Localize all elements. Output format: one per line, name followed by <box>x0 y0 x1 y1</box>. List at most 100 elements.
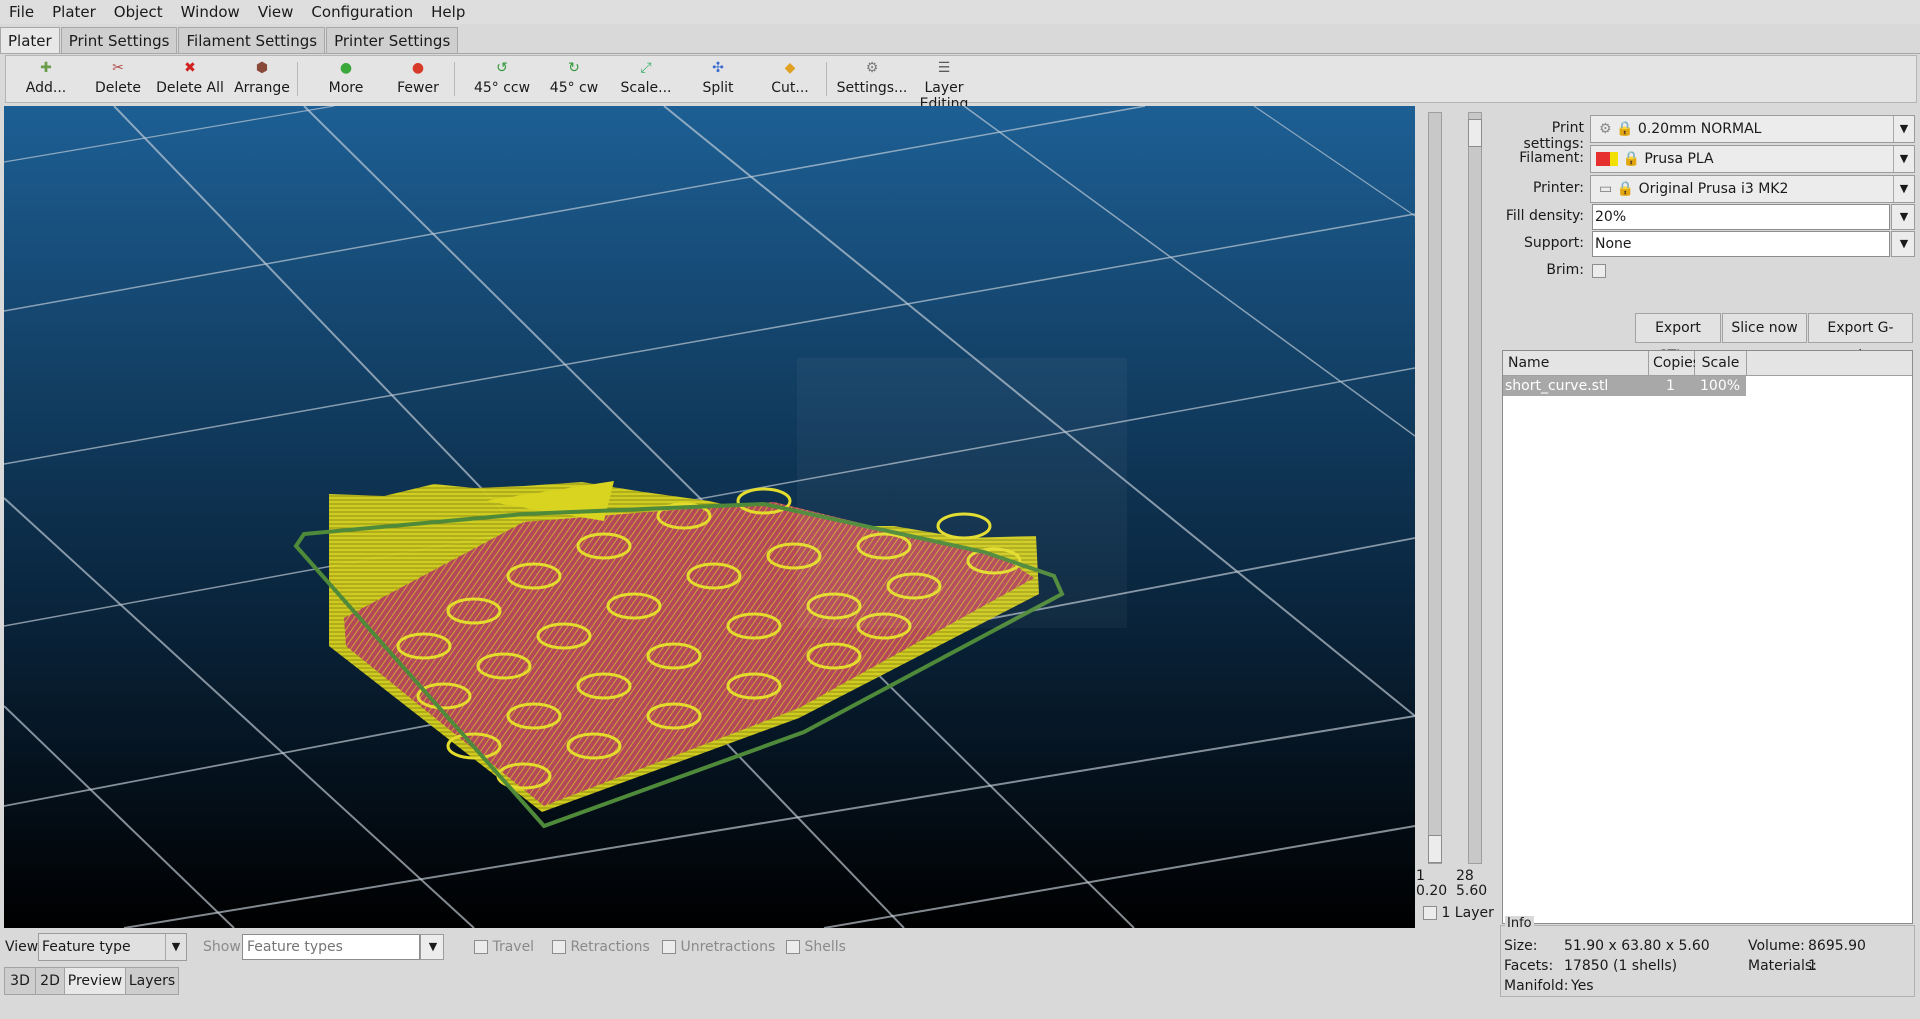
split-button[interactable]: ✣ Split <box>682 60 754 97</box>
tab-layers[interactable]: Layers <box>125 967 179 995</box>
chevron-down-icon[interactable]: ▼ <box>1893 176 1914 202</box>
materials-value: 1 <box>1808 958 1817 974</box>
menu-bar: File Plater Object Window View Configura… <box>0 0 1920 24</box>
shells-toggle[interactable]: Shells <box>786 939 846 955</box>
toolbar: ✚ Add... ✂ Delete ✖ Delete All ⬢ Arrange ● More ● F… <box>5 55 1917 112</box>
menu-window[interactable]: Window <box>172 0 249 24</box>
one-layer-toggle[interactable]: 1 Layer <box>1423 905 1494 921</box>
layer-editing-button[interactable]: ☰ Layer Editing <box>908 61 980 113</box>
menu-plater[interactable]: Plater <box>43 0 105 24</box>
view-mode-select[interactable]: Feature type ▼ <box>38 933 187 961</box>
bottom-layer-height: 0.20 <box>1416 883 1448 899</box>
delete-button[interactable]: ✂ Delete <box>82 61 154 97</box>
fewer-button[interactable]: ● Fewer <box>382 61 454 97</box>
split-icon: ✣ <box>712 60 724 76</box>
toolbar-button-label: Delete <box>95 80 141 96</box>
export-gcode-button[interactable]: Export G-code... <box>1808 313 1913 364</box>
export-stl-button[interactable]: Export STL... <box>1635 313 1721 364</box>
layer-slider-bottom-thumb[interactable] <box>1428 835 1442 863</box>
chevron-down-icon[interactable]: ▼ <box>423 935 443 959</box>
support-dropdown[interactable]: ▼ <box>1891 231 1915 257</box>
travel-toggle[interactable]: Travel <box>474 939 534 955</box>
slice-now-button[interactable]: Slice now <box>1722 313 1807 343</box>
fill-density-value: 20% <box>1595 209 1627 225</box>
filament-color-swatch-yellow <box>1610 152 1618 166</box>
retractions-checkbox[interactable] <box>552 940 566 954</box>
45-cw-button[interactable]: ↻ 45° cw <box>538 60 610 97</box>
settings-button[interactable]: ⚙ Settings... <box>836 60 908 97</box>
tab-preview[interactable]: Preview <box>64 967 126 995</box>
facets-value: 17850 (1 shells) <box>1564 958 1678 974</box>
tab-plater[interactable]: Plater <box>0 27 60 53</box>
toolbar-separator <box>826 62 827 96</box>
more-button[interactable]: ● More <box>310 61 382 97</box>
arrange-icon: ⬢ <box>255 60 269 76</box>
layer-slider-top-thumb[interactable] <box>1468 119 1482 147</box>
menu-help[interactable]: Help <box>422 0 474 24</box>
chevron-down-icon[interactable]: ▼ <box>1893 146 1914 172</box>
volume-value: 8695.90 <box>1808 938 1866 954</box>
layer-slider-bottom[interactable] <box>1428 112 1442 864</box>
object-list[interactable]: Name Copies Scale short_curve.stl 1 100% <box>1502 350 1913 924</box>
view-mode-value: Feature type <box>42 939 131 955</box>
tab-print-settings[interactable]: Print Settings <box>60 27 178 53</box>
print-settings-select[interactable]: ⚙ 🔒 0.20mm NORMAL ▼ <box>1590 115 1915 143</box>
chevron-down-icon[interactable]: ▼ <box>165 934 186 960</box>
brim-checkbox[interactable] <box>1592 264 1606 278</box>
tab-2d[interactable]: 2D <box>35 967 65 995</box>
toolbar-button-label: Cut... <box>771 80 809 96</box>
printer-value: Original Prusa i3 MK2 <box>1638 181 1789 197</box>
feature-types-field[interactable] <box>245 938 417 956</box>
fill-density-input[interactable]: 20% <box>1592 204 1890 230</box>
travel-checkbox[interactable] <box>474 940 488 954</box>
feature-types-input[interactable] <box>242 934 420 960</box>
menu-object[interactable]: Object <box>105 0 172 24</box>
column-header-name[interactable]: Name <box>1503 351 1649 376</box>
chevron-down-icon[interactable]: ▼ <box>1894 232 1914 256</box>
unretractions-toggle[interactable]: Unretractions <box>662 939 775 955</box>
cut-button[interactable]: ◆ Cut... <box>754 61 826 97</box>
printer-select[interactable]: ▭ 🔒 Original Prusa i3 MK2 ▼ <box>1590 175 1915 203</box>
one-layer-checkbox[interactable] <box>1423 906 1437 920</box>
volume-label: Volume: <box>1748 938 1805 954</box>
3d-preview-canvas[interactable] <box>4 106 1415 928</box>
menu-configuration[interactable]: Configuration <box>302 0 422 24</box>
menu-file[interactable]: File <box>0 0 43 24</box>
view-label: View <box>5 939 39 955</box>
tab-printer-settings[interactable]: Printer Settings <box>326 27 459 53</box>
unretractions-checkbox[interactable] <box>662 940 676 954</box>
toolbar-button-label: Scale... <box>620 80 672 96</box>
fill-density-label: Fill density: <box>1505 208 1584 224</box>
tab-3d[interactable]: 3D <box>4 967 36 995</box>
chevron-down-icon[interactable]: ▼ <box>1893 116 1914 142</box>
fill-density-dropdown[interactable]: ▼ <box>1891 204 1915 230</box>
chevron-down-icon[interactable]: ▼ <box>1894 205 1914 229</box>
45-ccw-button[interactable]: ↺ 45° ccw <box>466 61 538 97</box>
manifold-label: Manifold: <box>1504 978 1569 994</box>
add-button[interactable]: ✚ Add... <box>10 61 82 97</box>
arrange-button[interactable]: ⬢ Arrange <box>226 60 298 97</box>
feature-types-dropdown[interactable]: ▼ <box>420 934 444 960</box>
column-header-scale[interactable]: Scale <box>1695 351 1747 376</box>
toolbar-button-label: Add... <box>25 80 67 96</box>
retractions-toggle[interactable]: Retractions <box>552 939 650 955</box>
settings-icon: ⚙ <box>865 60 879 76</box>
toolbar-separator <box>454 62 455 96</box>
filament-select[interactable]: 🔒 Prusa PLA ▼ <box>1590 145 1915 173</box>
rotate-cw-icon: ↻ <box>568 60 580 76</box>
scale-button[interactable]: ⤢ Scale... <box>610 61 682 97</box>
layer-slider-top[interactable] <box>1468 112 1482 864</box>
column-header-copies[interactable]: Copies <box>1649 351 1700 376</box>
bottom-layer-number: 1 <box>1416 868 1425 884</box>
preview-options-bar: View Feature type ▼ Show ▼ Travel Retrac… <box>0 931 1495 963</box>
tab-filament-settings[interactable]: Filament Settings <box>178 27 326 53</box>
toolbar-button-label: 45° ccw <box>473 80 531 96</box>
tab-divider <box>0 53 1920 54</box>
menu-view[interactable]: View <box>249 0 303 24</box>
support-input[interactable]: None <box>1592 231 1890 257</box>
delete-all-button[interactable]: ✖ Delete All <box>154 61 226 97</box>
size-value: 51.90 x 63.80 x 5.60 <box>1564 938 1710 954</box>
table-row[interactable]: short_curve.stl 1 100% <box>1503 376 1746 396</box>
shells-checkbox[interactable] <box>786 940 800 954</box>
top-layer-number: 28 <box>1456 868 1474 884</box>
